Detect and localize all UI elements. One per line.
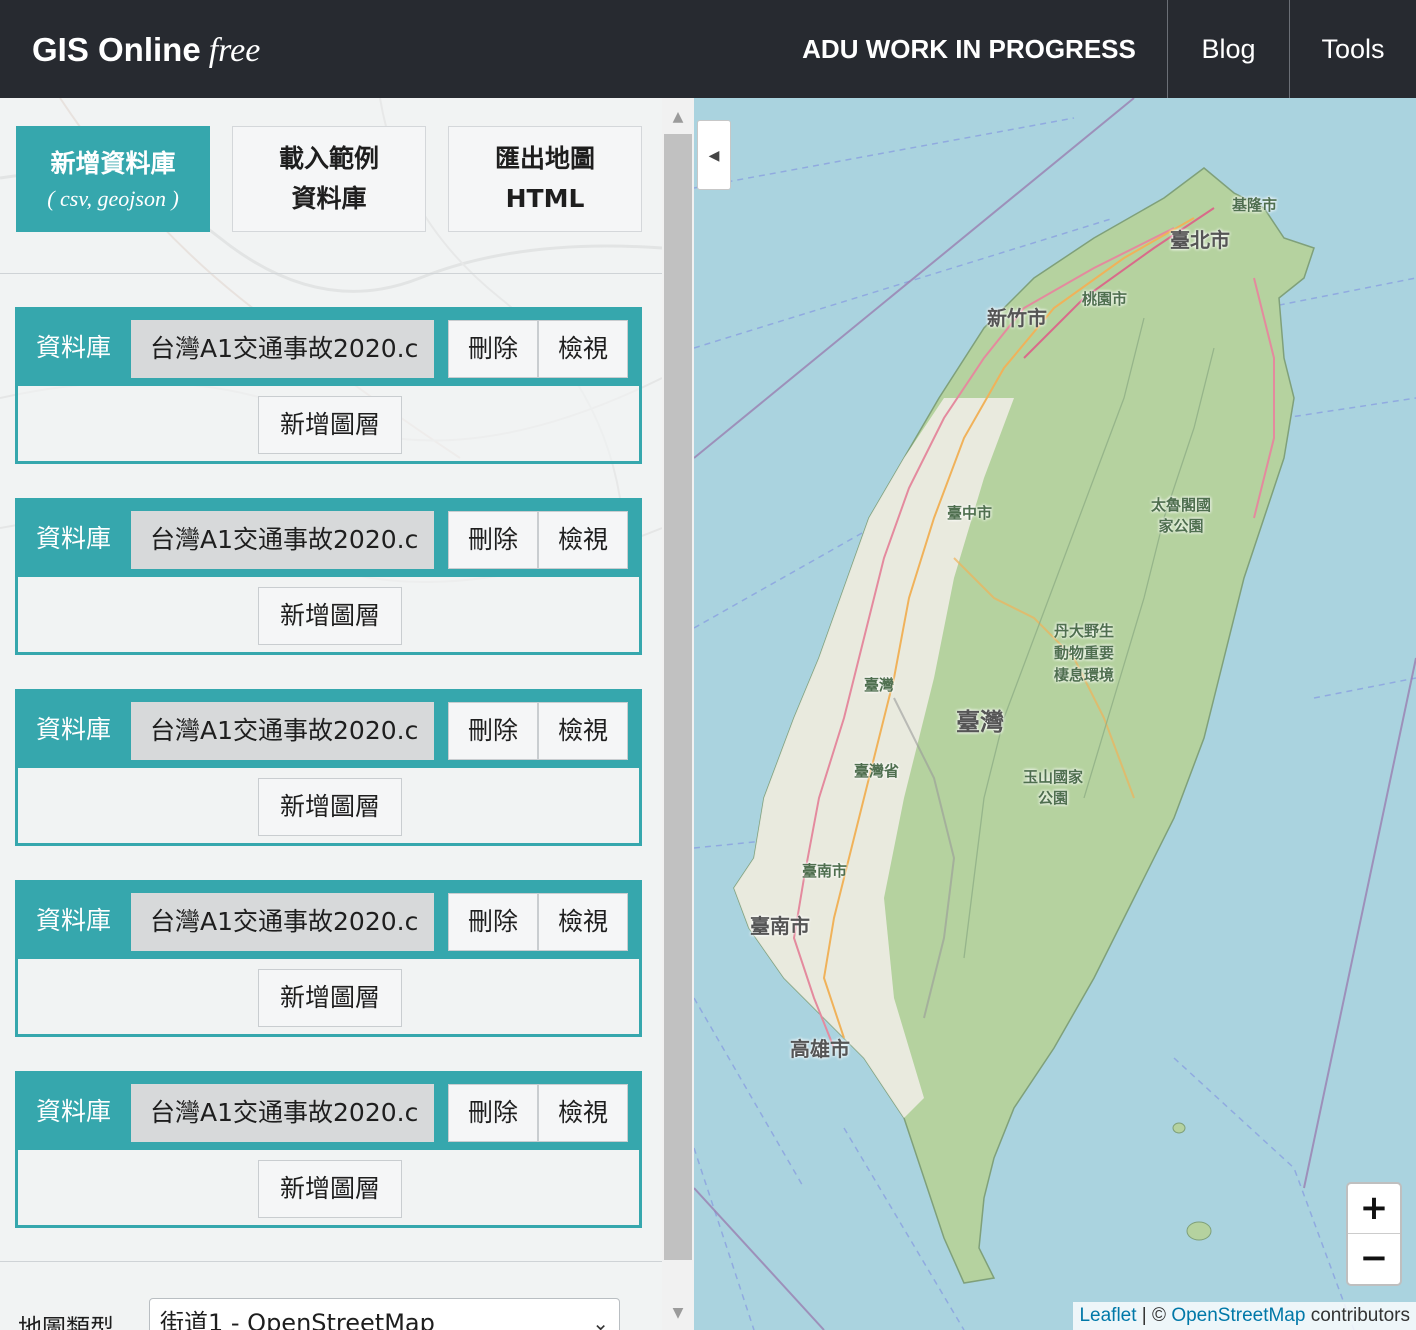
database-name: 台灣A1交通事故2020.c [131, 511, 434, 569]
database-name: 台灣A1交通事故2020.c [131, 1084, 434, 1142]
triangle-left-icon: ◀ [708, 148, 720, 164]
map-view[interactable]: 基隆市 臺北市 桃園市 新竹市 臺中市 太魯閣國家公園 丹大野生動物重要棲息環境… [694, 98, 1416, 1330]
database-name: 台灣A1交通事故2020.c [131, 702, 434, 760]
map-label-taoyuan: 桃園市 [1082, 290, 1128, 308]
delete-database-button[interactable]: 刪除 [448, 1084, 538, 1142]
map-label-tainan: 臺南市 [750, 914, 810, 938]
top-navbar: GIS Online free ADU WORK IN PROGRESS Blog… [0, 0, 1416, 98]
database-label: 資料庫 [36, 906, 112, 935]
attribution-separator: | © [1136, 1305, 1172, 1326]
map-type-selected: 街道1 - OpenStreetMap [160, 1309, 435, 1330]
map-label-taiwan-west: 臺灣 [864, 676, 895, 694]
database-name: 台灣A1交通事故2020.c [131, 320, 434, 378]
database-card-header: 資料庫 台灣A1交通事故2020.c 刪除 檢視 [18, 1074, 639, 1150]
database-card-header: 資料庫 台灣A1交通事故2020.c 刪除 檢視 [18, 692, 639, 768]
map-label-taipei: 臺北市 [1170, 228, 1230, 252]
view-database-button[interactable]: 檢視 [538, 702, 628, 760]
zoom-out-button[interactable]: − [1348, 1234, 1400, 1284]
scrollbar-thumb[interactable] [664, 134, 692, 1260]
map-label-taiwan: 臺灣 [956, 708, 1004, 736]
database-label: 資料庫 [36, 333, 112, 362]
new-database-label: 新增資料庫 [50, 149, 176, 178]
delete-database-button[interactable]: 刪除 [448, 511, 538, 569]
add-layer-button[interactable]: 新增圖層 [258, 396, 402, 454]
attribution-contributors: contributors [1305, 1305, 1410, 1326]
map-type-label: 地圖類型 [18, 1314, 114, 1330]
sidebar-bottom-divider [0, 1261, 662, 1262]
view-database-button[interactable]: 檢視 [538, 1084, 628, 1142]
database-card: 資料庫 台灣A1交通事故2020.c 刪除 檢視 新增圖層 [15, 689, 642, 846]
database-card-header: 資料庫 台灣A1交通事故2020.c 刪除 檢視 [18, 883, 639, 959]
add-layer-button[interactable]: 新增圖層 [258, 1160, 402, 1218]
database-card: 資料庫 台灣A1交通事故2020.c 刪除 檢視 新增圖層 [15, 1071, 642, 1228]
new-database-formats: ( csv, geojson ) [47, 186, 179, 211]
map-label-keelung: 基隆市 [1232, 196, 1278, 214]
openstreetmap-link[interactable]: OpenStreetMap [1171, 1305, 1305, 1326]
map-label-yushan: 玉山國家公園 [1022, 768, 1083, 807]
database-card: 資料庫 台灣A1交通事故2020.c 刪除 檢視 新增圖層 [15, 498, 642, 655]
map-attribution: Leaflet | © OpenStreetMap contributors [1073, 1302, 1416, 1330]
brand-accent: free [208, 32, 261, 69]
zoom-control: + − [1346, 1182, 1402, 1286]
brand-title: GIS Online [32, 31, 201, 68]
map-label-hsinchu: 新竹市 [987, 306, 1047, 330]
load-example-button[interactable]: 載入範例 資料庫 [232, 126, 426, 232]
map-basemap [694, 98, 1416, 1330]
delete-database-button[interactable]: 刪除 [448, 893, 538, 951]
add-layer-button[interactable]: 新增圖層 [258, 778, 402, 836]
sidebar-scrollbar[interactable]: ▲ ▼ [662, 98, 694, 1330]
map-label-kaohsiung: 高雄市 [790, 1037, 850, 1061]
database-card-header: 資料庫 台灣A1交通事故2020.c 刪除 檢視 [18, 501, 639, 577]
view-database-button[interactable]: 檢視 [538, 320, 628, 378]
zoom-in-button[interactable]: + [1348, 1184, 1400, 1234]
map-label-taichung: 臺中市 [947, 504, 993, 522]
nav-tools-link[interactable]: Tools [1289, 0, 1416, 98]
load-example-line2: 資料庫 [291, 184, 367, 213]
sidebar-collapse-button[interactable]: ◀ [697, 120, 731, 190]
map-label-taroko: 太魯閣國家公園 [1150, 496, 1211, 535]
export-map-button[interactable]: 匯出地圖 HTML [448, 126, 642, 232]
brand-logo[interactable]: GIS Online free [32, 28, 260, 73]
database-card: 資料庫 台灣A1交通事故2020.c 刪除 檢視 新增圖層 [15, 880, 642, 1037]
nav-blog-link[interactable]: Blog [1167, 0, 1289, 98]
nav-work-in-progress[interactable]: ADU WORK IN PROGRESS [780, 0, 1158, 98]
map-type-select[interactable]: 街道1 - OpenStreetMap ⌄ [149, 1298, 620, 1330]
map-label-tainan-inner: 臺南市 [802, 862, 848, 880]
scroll-down-arrow-icon[interactable]: ▼ [662, 1298, 694, 1328]
add-layer-button[interactable]: 新增圖層 [258, 969, 402, 1027]
map-label-taiwan-province: 臺灣省 [854, 762, 900, 780]
sidebar-panel: 新增資料庫 ( csv, geojson ) 載入範例 資料庫 匯出地圖 HTM… [0, 98, 662, 1330]
export-map-line2: HTML [505, 184, 585, 213]
view-database-button[interactable]: 檢視 [538, 893, 628, 951]
delete-database-button[interactable]: 刪除 [448, 702, 538, 760]
database-label: 資料庫 [36, 524, 112, 553]
database-card: 資料庫 台灣A1交通事故2020.c 刪除 檢視 新增圖層 [15, 307, 642, 464]
export-map-line1: 匯出地圖 [494, 144, 595, 173]
database-label: 資料庫 [36, 715, 112, 744]
add-layer-button[interactable]: 新增圖層 [258, 587, 402, 645]
database-name: 台灣A1交通事故2020.c [131, 893, 434, 951]
database-card-header: 資料庫 台灣A1交通事故2020.c 刪除 檢視 [18, 310, 639, 386]
load-example-line1: 載入範例 [278, 144, 379, 173]
map-label-danda: 丹大野生動物重要棲息環境 [1053, 622, 1114, 684]
sidebar-divider [0, 273, 662, 274]
new-database-button[interactable]: 新增資料庫 ( csv, geojson ) [16, 126, 210, 232]
delete-database-button[interactable]: 刪除 [448, 320, 538, 378]
database-label: 資料庫 [36, 1097, 112, 1126]
scroll-up-arrow-icon[interactable]: ▲ [662, 102, 694, 132]
leaflet-link[interactable]: Leaflet [1079, 1305, 1136, 1326]
chevron-down-icon: ⌄ [592, 1311, 609, 1330]
view-database-button[interactable]: 檢視 [538, 511, 628, 569]
